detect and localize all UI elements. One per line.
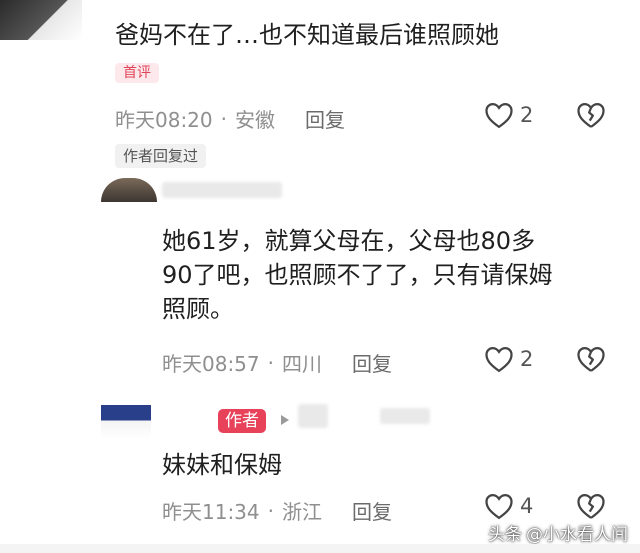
comment-time: 昨天08:20 (115, 108, 213, 132)
comment-time: 昨天11:34 (162, 500, 260, 524)
comment-meta: 昨天08:20 · 安徽 回复 (115, 104, 345, 133)
comment-location: 浙江 (282, 500, 322, 524)
comment-time: 昨天08:57 (162, 352, 260, 376)
dislike-button[interactable] (576, 345, 606, 373)
avatar[interactable] (0, 0, 82, 40)
like-button[interactable]: 2 (484, 345, 533, 373)
bottom-divider (0, 544, 640, 553)
author-replied-badge: 作者回复过 (115, 144, 207, 168)
dislike-button[interactable] (576, 101, 606, 129)
comment-line: 90了吧，也照顾不了了，只有请保姆 (162, 261, 553, 289)
watermark-logo: 头条 (488, 525, 522, 545)
comment-text: 她61岁，就算父母在，父母也80多 90了吧，也照顾不了了，只有请保姆 照顾。 (162, 224, 602, 326)
watermark: 头条 @小水看人间 (488, 520, 628, 545)
comment-line: 她61岁，就算父母在，父母也80多 (162, 227, 536, 255)
comment-location: 四川 (282, 352, 322, 376)
comment-meta: 昨天08:57 · 四川 回复 (162, 348, 392, 377)
like-count: 4 (520, 494, 534, 518)
heart-outline-icon (484, 101, 514, 129)
avatar[interactable] (101, 178, 157, 202)
comment-text: 爸妈不在了…也不知道最后谁照顾她 (115, 21, 499, 49)
reply-button[interactable]: 回复 (305, 104, 345, 133)
like-button[interactable]: 2 (484, 101, 533, 129)
reply-button[interactable]: 回复 (352, 496, 392, 525)
comment-text: 妹妹和保姆 (162, 451, 282, 479)
dislike-button[interactable] (576, 492, 606, 520)
comment-location: 安徽 (235, 108, 275, 132)
blurred-username[interactable] (380, 408, 430, 424)
watermark-text: @小水看人间 (526, 525, 628, 545)
heart-outline-icon (484, 492, 514, 520)
comment-meta: 昨天11:34 · 浙江 回复 (162, 496, 392, 525)
small-triangle-icon (280, 411, 290, 430)
like-count: 2 (520, 347, 534, 371)
meta-separator: · (220, 106, 227, 131)
like-button[interactable]: 4 (484, 492, 533, 520)
broken-heart-icon (576, 492, 606, 520)
heart-outline-icon (484, 345, 514, 373)
reply-button[interactable]: 回复 (352, 348, 392, 377)
blurred-avatar[interactable] (298, 404, 328, 428)
broken-heart-icon (576, 101, 606, 129)
author-badge: 作者 (218, 409, 266, 433)
meta-separator: · (267, 350, 274, 375)
broken-heart-icon (576, 345, 606, 373)
comment-line: 照顾。 (162, 295, 234, 323)
blurred-username[interactable] (162, 182, 282, 198)
first-comment-badge: 首评 (115, 63, 159, 83)
avatar[interactable] (101, 405, 151, 439)
meta-separator: · (267, 498, 274, 523)
like-count: 2 (520, 103, 534, 127)
